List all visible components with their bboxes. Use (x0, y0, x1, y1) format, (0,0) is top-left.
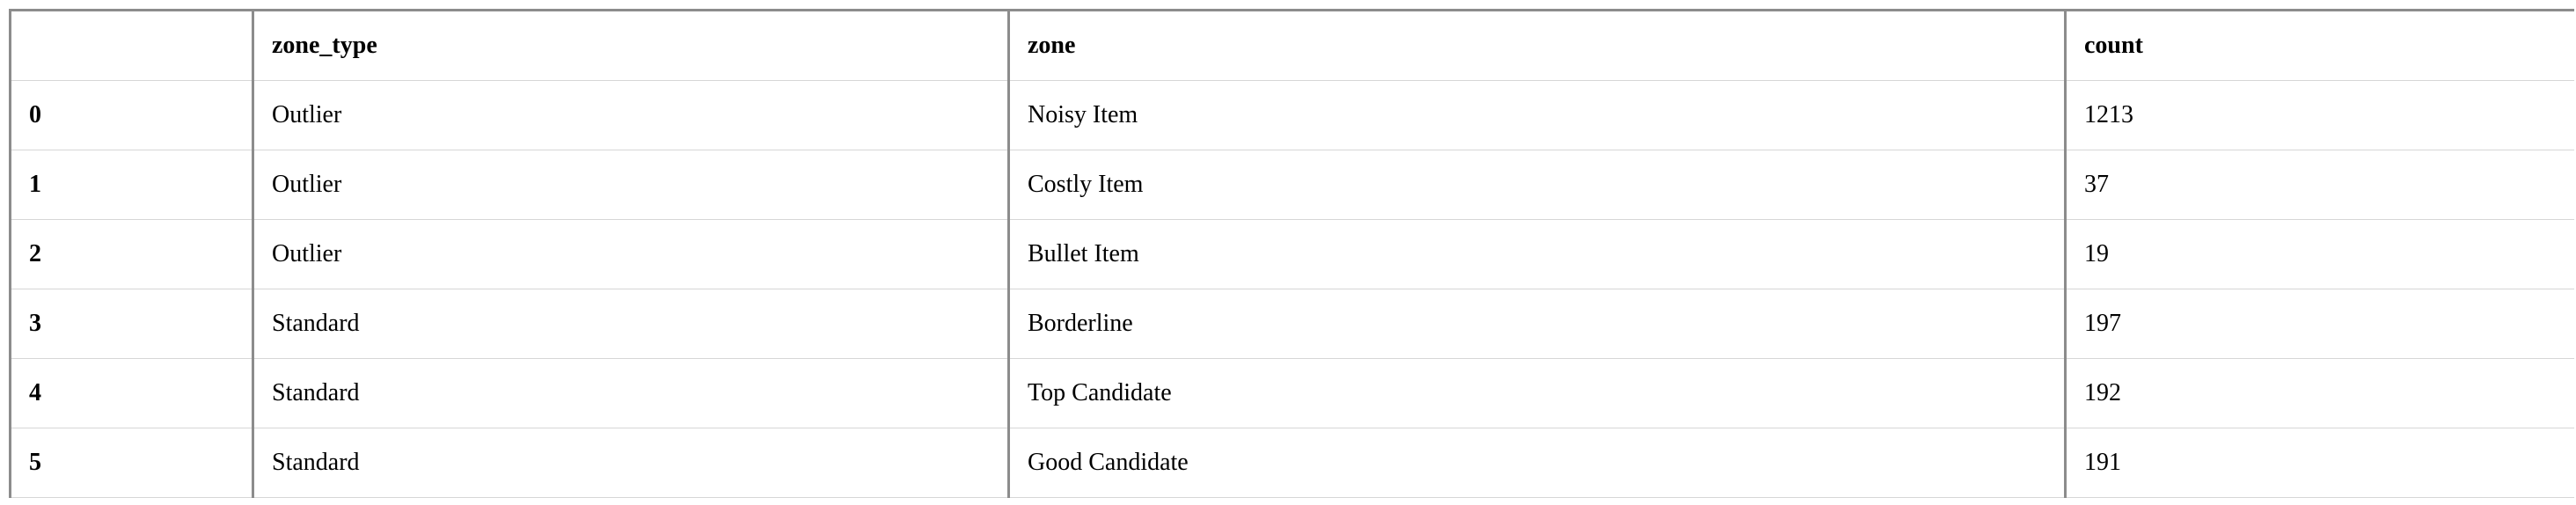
header-zone: zone (1007, 10, 2066, 81)
cell-zone: Bullet Item (1007, 219, 2066, 289)
header-zone-type: zone_type (252, 10, 1009, 81)
table-header: zone_type zone count (10, 10, 2574, 81)
cell-zone-type: Standard (252, 358, 1009, 428)
cell-count: 37 (2064, 150, 2574, 220)
cell-count: 19 (2064, 219, 2574, 289)
cell-zone-type: Outlier (252, 219, 1009, 289)
table-row: 5 Standard Good Candidate 191 (10, 428, 2574, 498)
cell-zone: Good Candidate (1007, 428, 2066, 498)
table-row: 1 Outlier Costly Item 37 (10, 150, 2574, 220)
header-count: count (2064, 10, 2574, 81)
row-index: 2 (10, 219, 253, 289)
cell-zone-type: Outlier (252, 80, 1009, 150)
cell-count: 1213 (2064, 80, 2574, 150)
table-body: 0 Outlier Noisy Item 1213 1 Outlier Cost… (10, 80, 2574, 498)
cell-zone-type: Standard (252, 428, 1009, 498)
header-row: zone_type zone count (10, 10, 2574, 81)
table-row: 4 Standard Top Candidate 192 (10, 358, 2574, 428)
row-index: 4 (10, 358, 253, 428)
table-row: 3 Standard Borderline 197 (10, 289, 2574, 359)
cell-count: 191 (2064, 428, 2574, 498)
cell-count: 192 (2064, 358, 2574, 428)
table-row: 2 Outlier Bullet Item 19 (10, 219, 2574, 289)
cell-zone: Costly Item (1007, 150, 2066, 220)
row-index: 3 (10, 289, 253, 359)
cell-zone: Noisy Item (1007, 80, 2066, 150)
dataframe-table: zone_type zone count 0 Outlier Noisy Ite… (9, 9, 2574, 498)
dataframe-container: zone_type zone count 0 Outlier Noisy Ite… (9, 9, 2574, 498)
row-index: 1 (10, 150, 253, 220)
header-index (10, 10, 253, 81)
row-index: 5 (10, 428, 253, 498)
table-row: 0 Outlier Noisy Item 1213 (10, 80, 2574, 150)
cell-count: 197 (2064, 289, 2574, 359)
cell-zone: Top Candidate (1007, 358, 2066, 428)
cell-zone-type: Standard (252, 289, 1009, 359)
cell-zone-type: Outlier (252, 150, 1009, 220)
cell-zone: Borderline (1007, 289, 2066, 359)
row-index: 0 (10, 80, 253, 150)
